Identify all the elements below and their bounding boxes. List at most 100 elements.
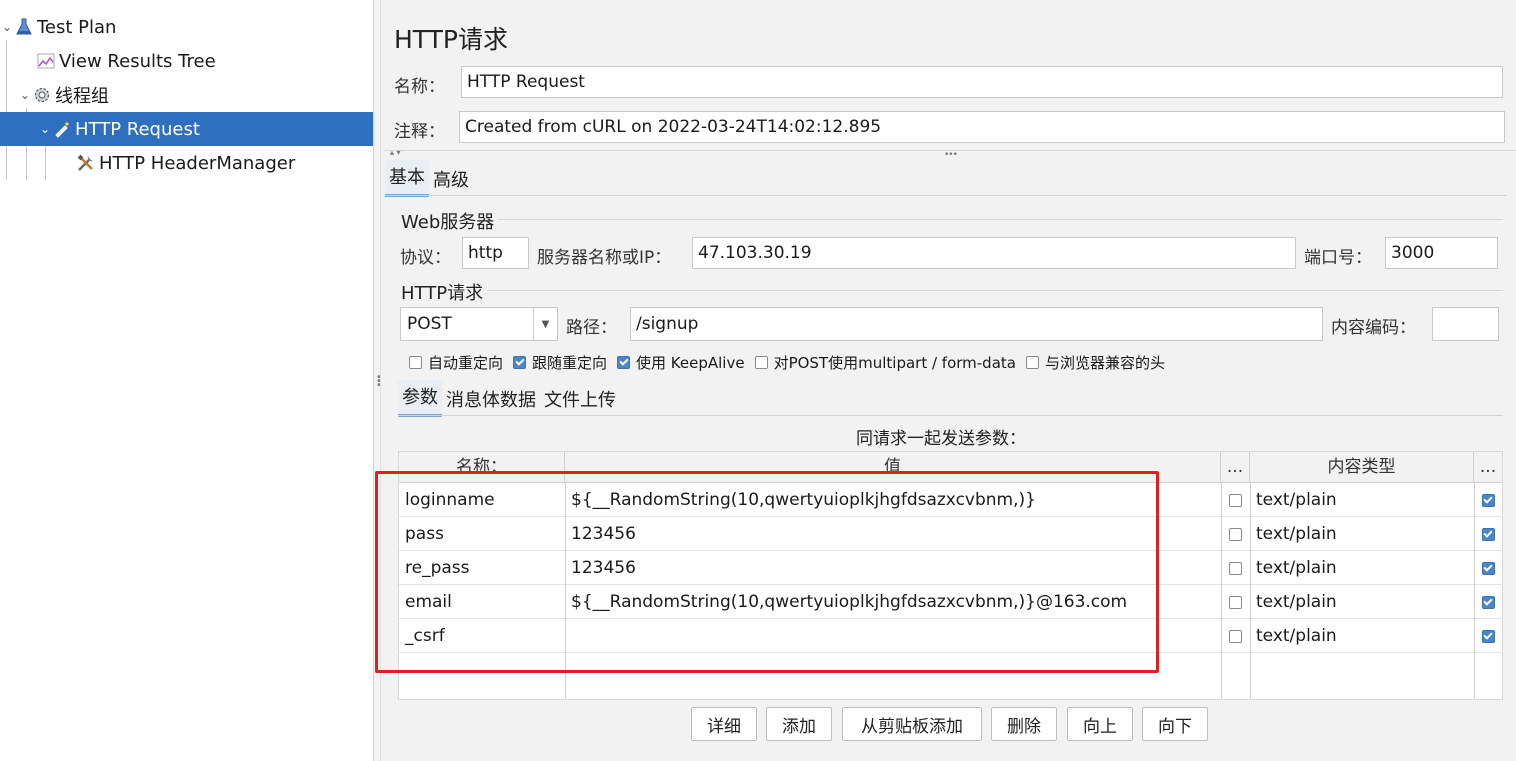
comment-label: 注释： xyxy=(394,122,445,142)
test-plan-tree: ⌄ Test Plan View Results Tree ⌄ 线程组 ⌄ HT… xyxy=(0,0,374,761)
checkbox-icon[interactable] xyxy=(1229,493,1242,507)
add-from-clipboard-button[interactable]: 从剪贴板添加 xyxy=(842,707,982,741)
detail-button[interactable]: 详细 xyxy=(691,707,757,741)
path-field[interactable]: /signup xyxy=(630,307,1323,341)
checkbox-icon[interactable] xyxy=(1025,356,1039,369)
checkbox-icon[interactable] xyxy=(409,356,422,369)
name-field[interactable]: HTTP Request xyxy=(461,66,1503,98)
tree-item-label: HTTP Request xyxy=(75,118,200,140)
column-header-encode[interactable]: ... xyxy=(1221,452,1250,483)
tab-body-data[interactable]: 消息体数据 xyxy=(442,383,540,417)
param-name[interactable]: pass xyxy=(399,517,565,551)
param-value[interactable]: 123456 xyxy=(565,551,1221,585)
include-checkbox[interactable] xyxy=(1474,483,1502,517)
parameters-table: 名称： 值 ... 内容类型 ... loginname ${__RandomS… xyxy=(398,451,1503,700)
include-checkbox[interactable] xyxy=(1474,585,1502,619)
tree-item-header-manager[interactable]: HTTP HeaderManager xyxy=(76,146,373,180)
port-label: 端口号： xyxy=(1304,248,1372,268)
param-value[interactable]: ${__RandomString(10,qwertyuioplkjhgfdsaz… xyxy=(565,483,1221,517)
column-header-value[interactable]: 值 xyxy=(565,452,1221,483)
checkbox-checked-icon[interactable] xyxy=(1481,595,1495,609)
encoding-field[interactable] xyxy=(1432,307,1499,341)
tree-item-http-request[interactable]: ⌄ HTTP Request xyxy=(0,112,373,146)
option-label: 使用 KeepAlive xyxy=(636,354,745,372)
checkbox-icon[interactable] xyxy=(1229,561,1242,575)
tree-item-label: View Results Tree xyxy=(59,50,216,72)
encode-checkbox[interactable] xyxy=(1221,483,1250,517)
chevron-down-icon[interactable]: ⌄ xyxy=(0,20,14,34)
encode-checkbox[interactable] xyxy=(1221,551,1250,585)
params-caption: 同请求一起发送参数： xyxy=(856,429,1026,449)
flask-icon xyxy=(14,17,34,37)
encode-checkbox[interactable] xyxy=(1221,517,1250,551)
checkbox-icon[interactable] xyxy=(754,356,768,369)
column-header-content-type[interactable]: 内容类型 xyxy=(1250,452,1474,483)
param-value[interactable] xyxy=(565,619,1221,653)
auto-redirect-checkbox[interactable]: 自动重定向 xyxy=(409,352,503,373)
param-content-type[interactable]: text/plain xyxy=(1250,619,1474,653)
checkbox-checked-icon[interactable] xyxy=(617,356,631,369)
server-field[interactable]: 47.103.30.19 xyxy=(692,237,1296,269)
comment-field[interactable]: Created from cURL on 2022-03-24T14:02:12… xyxy=(459,111,1505,143)
checkbox-icon[interactable] xyxy=(1229,595,1242,609)
port-field[interactable]: 3000 xyxy=(1385,237,1498,269)
include-checkbox[interactable] xyxy=(1474,517,1502,551)
param-name[interactable]: loginname xyxy=(399,483,565,517)
tree-item-thread-group[interactable]: ⌄ 线程组 xyxy=(18,78,373,112)
panel-divider[interactable]: ▴ ▾ ••• xyxy=(384,148,1516,160)
checkbox-icon[interactable] xyxy=(1229,527,1242,541)
param-name[interactable]: re_pass xyxy=(399,551,565,585)
multipart-checkbox[interactable]: 对POST使用multipart / form-data xyxy=(754,352,1016,373)
move-down-button[interactable]: 向下 xyxy=(1142,707,1208,741)
column-header-name[interactable]: 名称： xyxy=(399,452,565,483)
page-title: HTTP请求 xyxy=(394,25,508,54)
param-content-type[interactable]: text/plain xyxy=(1250,483,1474,517)
move-up-button[interactable]: 向上 xyxy=(1067,707,1133,741)
encoding-label: 内容编码： xyxy=(1331,318,1416,338)
tree-item-test-plan[interactable]: ⌄ Test Plan xyxy=(0,10,373,44)
browser-headers-checkbox[interactable]: 与浏览器兼容的头 xyxy=(1025,352,1165,373)
method-select[interactable]: POST ▼ xyxy=(400,307,558,341)
column-header-include[interactable]: ... xyxy=(1474,452,1502,483)
checkbox-checked-icon[interactable] xyxy=(1481,527,1495,541)
pipette-icon xyxy=(52,119,72,139)
param-content-type[interactable]: text/plain xyxy=(1250,551,1474,585)
tab-file-upload[interactable]: 文件上传 xyxy=(540,383,620,417)
tab-basic[interactable]: 基本 xyxy=(385,160,429,197)
chevron-down-icon[interactable]: ▼ xyxy=(533,308,557,340)
chart-icon xyxy=(36,51,56,71)
checkbox-checked-icon[interactable] xyxy=(513,356,527,369)
table-header: 名称： 值 ... 内容类型 ... xyxy=(399,452,1502,483)
checkbox-icon[interactable] xyxy=(1229,629,1242,643)
param-content-type[interactable]: text/plain xyxy=(1250,585,1474,619)
include-checkbox[interactable] xyxy=(1474,551,1502,585)
add-button[interactable]: 添加 xyxy=(766,707,832,741)
path-label: 路径： xyxy=(566,318,617,338)
keepalive-checkbox[interactable]: 使用 KeepAlive xyxy=(617,352,745,373)
web-server-section-title: Web服务器 xyxy=(401,208,499,234)
encode-checkbox[interactable] xyxy=(1221,585,1250,619)
include-checkbox[interactable] xyxy=(1474,619,1502,653)
tree-item-view-results-tree[interactable]: View Results Tree xyxy=(36,44,373,78)
encode-checkbox[interactable] xyxy=(1221,619,1250,653)
server-label: 服务器名称或IP： xyxy=(537,248,672,268)
protocol-field[interactable]: http xyxy=(462,237,529,269)
checkbox-checked-icon[interactable] xyxy=(1481,561,1495,575)
name-label: 名称： xyxy=(394,77,445,97)
param-value[interactable]: 123456 xyxy=(565,517,1221,551)
param-value[interactable]: ${__RandomString(10,qwertyuioplkjhgfdsaz… xyxy=(565,585,1221,619)
checkbox-checked-icon[interactable] xyxy=(1481,629,1495,643)
checkbox-checked-icon[interactable] xyxy=(1481,493,1495,507)
chevron-down-icon[interactable]: ⌄ xyxy=(38,122,52,136)
param-name[interactable]: email xyxy=(399,585,565,619)
delete-button[interactable]: 删除 xyxy=(991,707,1057,741)
param-name[interactable]: _csrf xyxy=(399,619,565,653)
param-content-type[interactable]: text/plain xyxy=(1250,517,1474,551)
tree-item-label: 线程组 xyxy=(55,86,109,107)
follow-redirect-checkbox[interactable]: 跟随重定向 xyxy=(513,352,607,373)
chevron-down-icon[interactable]: ⌄ xyxy=(18,88,32,102)
tab-parameters[interactable]: 参数 xyxy=(398,380,442,417)
tree-item-label: Test Plan xyxy=(37,16,117,38)
tab-advanced[interactable]: 高级 xyxy=(429,163,473,197)
http-request-section-title: HTTP请求 xyxy=(401,279,488,305)
